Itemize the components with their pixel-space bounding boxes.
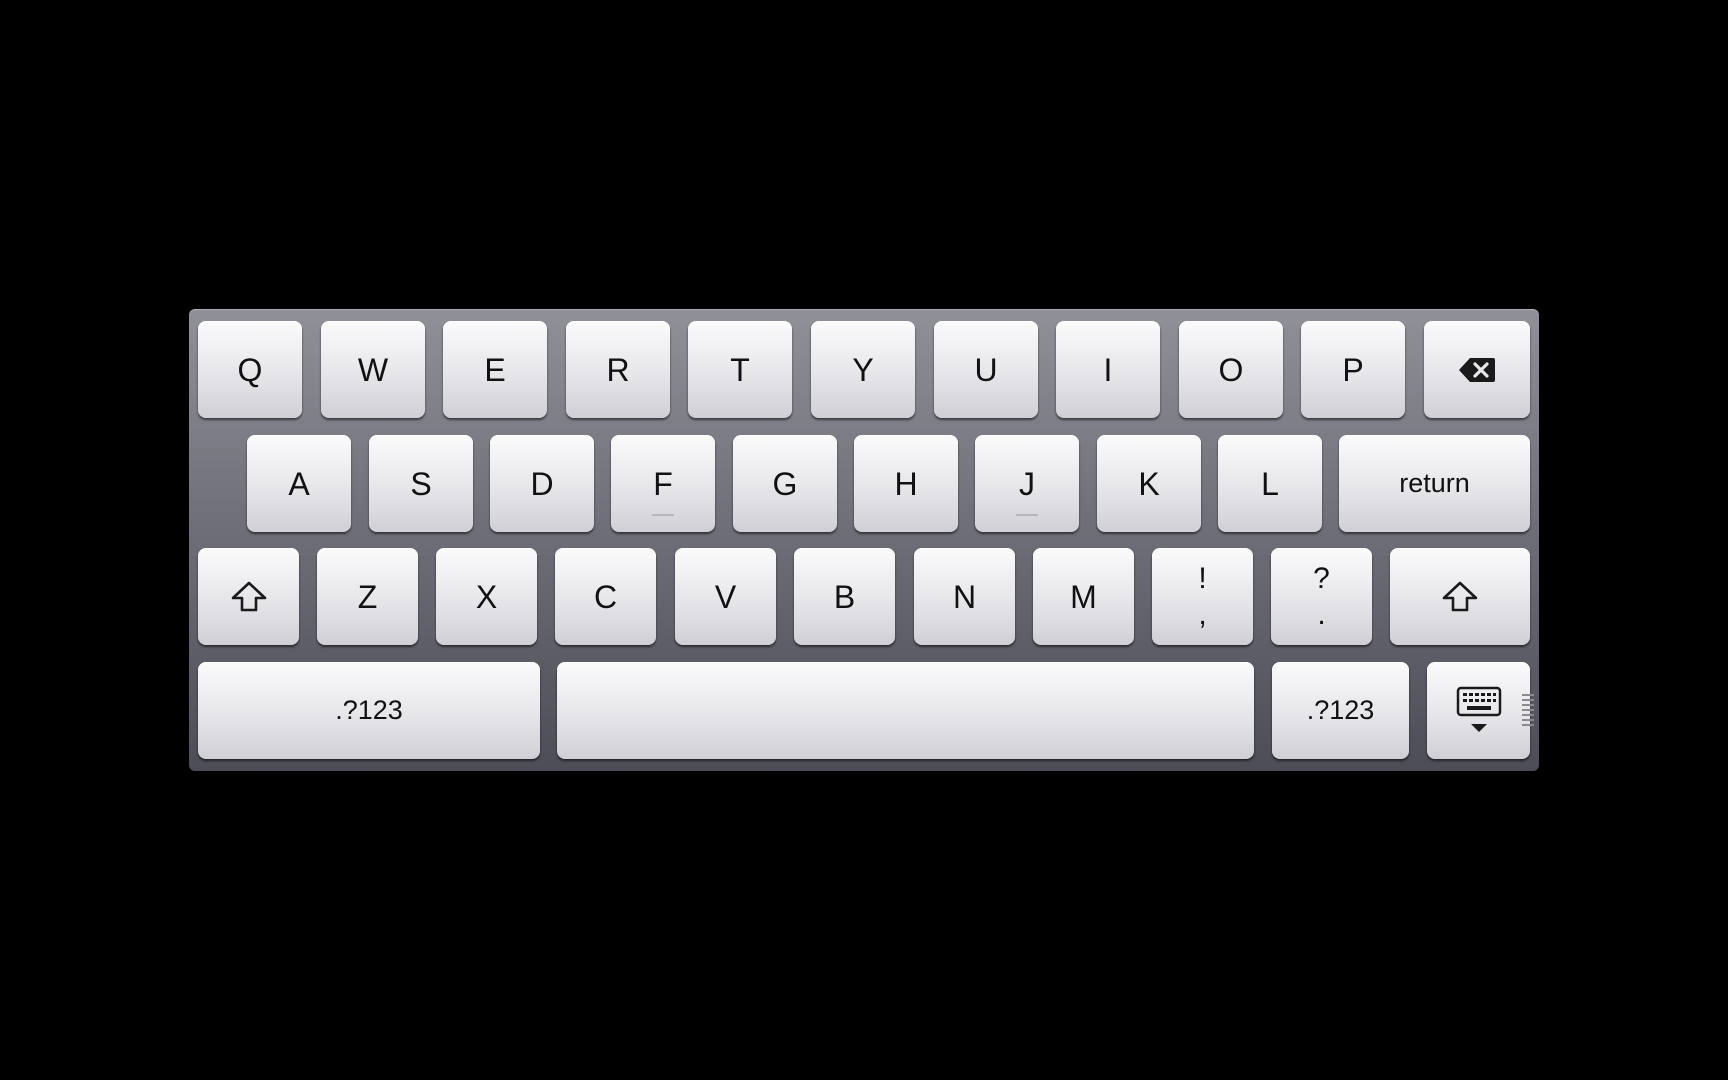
keyboard-row-3: Z X C V B N M ! , ? . (198, 548, 1530, 645)
return-key-label: return (1399, 468, 1470, 498)
key-z[interactable]: Z (317, 548, 418, 645)
homing-bump (652, 514, 674, 516)
key-label: P (1342, 351, 1364, 388)
dual-label: ! , (1198, 561, 1206, 633)
key-label: J (1019, 465, 1035, 502)
key-v[interactable]: V (675, 548, 776, 645)
key-question-period[interactable]: ? . (1271, 548, 1372, 645)
delete-backspace-icon (1458, 357, 1496, 383)
key-n[interactable]: N (914, 548, 1015, 645)
return-key[interactable]: return (1339, 435, 1530, 532)
key-exclamation-comma[interactable]: ! , (1152, 548, 1253, 645)
keyboard-row-4: .?123 .?123 (198, 662, 1534, 759)
key-b[interactable]: B (794, 548, 895, 645)
key-label: T (730, 351, 750, 388)
key-label: L (1261, 465, 1279, 502)
shift-key-left[interactable] (198, 548, 299, 645)
numbers-key-left[interactable]: .?123 (198, 662, 540, 759)
key-label: Z (357, 578, 378, 615)
numbers-key-label: .?123 (1306, 695, 1375, 725)
dual-label: ? . (1313, 561, 1330, 633)
key-label: H (894, 465, 918, 502)
key-label-top: ! (1198, 561, 1207, 595)
key-k[interactable]: K (1097, 435, 1201, 532)
screen: Q W E R T Y U I O P A S D F G H J K L re… (0, 0, 1728, 1080)
hide-keyboard-icon (1456, 686, 1502, 736)
key-label: N (952, 578, 977, 615)
key-j[interactable]: J (975, 435, 1079, 532)
homing-bump (1016, 514, 1038, 516)
key-o[interactable]: O (1179, 321, 1283, 418)
key-label: E (484, 351, 506, 388)
key-label: A (288, 465, 310, 502)
key-y[interactable]: Y (811, 321, 915, 418)
key-s[interactable]: S (369, 435, 473, 532)
key-h[interactable]: H (854, 435, 958, 532)
key-label: B (833, 578, 856, 615)
numbers-key-right[interactable]: .?123 (1272, 662, 1409, 759)
shift-key-right[interactable] (1390, 548, 1530, 645)
space-bar[interactable] (557, 662, 1254, 759)
key-label: V (714, 578, 737, 615)
key-label-top: ? (1313, 561, 1330, 595)
key-d[interactable]: D (490, 435, 594, 532)
key-a[interactable]: A (247, 435, 351, 532)
key-q[interactable]: Q (198, 321, 302, 418)
onscreen-keyboard: Q W E R T Y U I O P A S D F G H J K L re… (189, 309, 1539, 771)
keyboard-row-1: Q W E R T Y U I O P (198, 321, 1530, 418)
key-u[interactable]: U (934, 321, 1038, 418)
keyboard-row-2: A S D F G H J K L return (198, 435, 1530, 532)
key-l[interactable]: L (1218, 435, 1322, 532)
key-label: D (530, 465, 554, 502)
key-label: K (1138, 465, 1160, 502)
key-label: F (653, 465, 673, 502)
key-w[interactable]: W (321, 321, 425, 418)
numbers-key-label: .?123 (335, 695, 403, 725)
shift-arrow-icon (1441, 581, 1479, 613)
key-p[interactable]: P (1301, 321, 1405, 418)
shift-arrow-icon (230, 581, 268, 613)
key-label-bottom: , (1198, 597, 1207, 631)
key-label: G (772, 465, 798, 502)
key-c[interactable]: C (555, 548, 656, 645)
key-label: R (606, 351, 630, 388)
key-i[interactable]: I (1056, 321, 1160, 418)
key-label: X (475, 578, 498, 615)
key-label: Y (852, 351, 874, 388)
key-label: W (357, 351, 389, 388)
key-t[interactable]: T (688, 321, 792, 418)
key-label: M (1070, 578, 1097, 615)
split-grip-handle[interactable] (1522, 694, 1534, 726)
key-label: Q (237, 351, 263, 388)
key-f[interactable]: F (611, 435, 715, 532)
key-label: S (410, 465, 432, 502)
key-label: I (1103, 351, 1113, 388)
key-label: O (1218, 351, 1244, 388)
key-label-bottom: . (1317, 597, 1326, 631)
key-x[interactable]: X (436, 548, 537, 645)
key-m[interactable]: M (1033, 548, 1134, 645)
delete-key[interactable] (1424, 321, 1530, 418)
hide-keyboard-key[interactable] (1427, 662, 1534, 759)
key-e[interactable]: E (443, 321, 547, 418)
key-label: U (974, 351, 998, 388)
key-label: C (593, 578, 618, 615)
key-r[interactable]: R (566, 321, 670, 418)
key-g[interactable]: G (733, 435, 837, 532)
